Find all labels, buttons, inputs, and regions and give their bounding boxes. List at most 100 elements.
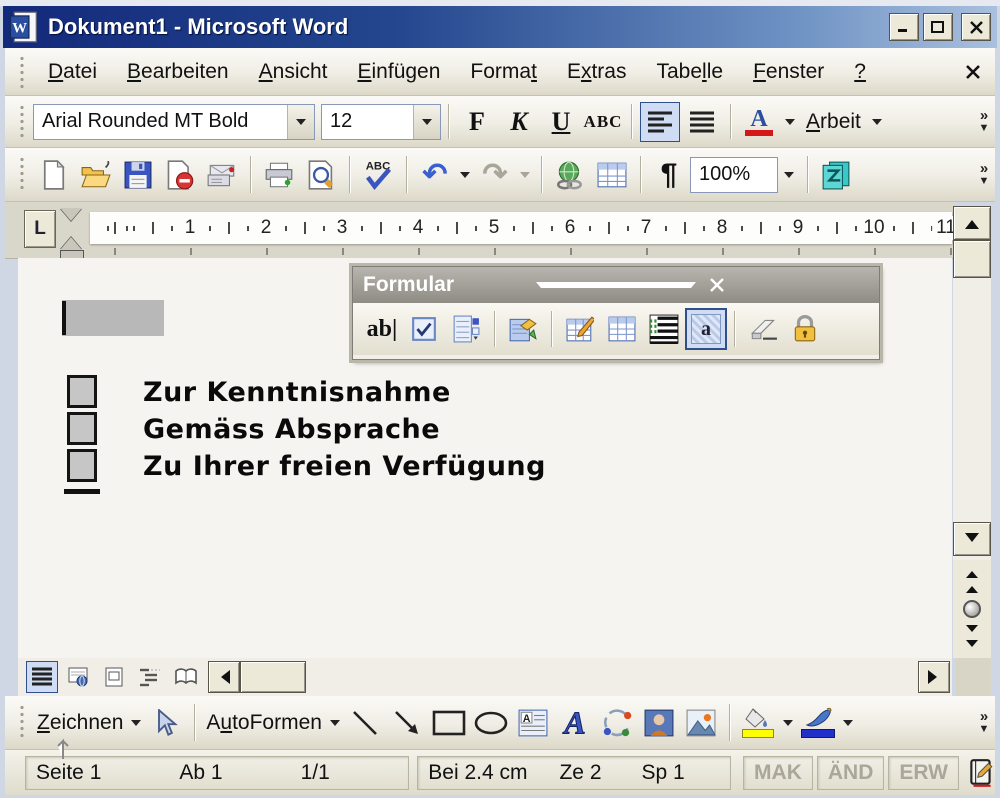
redo-dropdown-icon[interactable] (517, 155, 533, 195)
form-field-shading-button[interactable]: a (685, 308, 727, 350)
previous-page-button[interactable] (966, 564, 978, 594)
checkbox-form-field[interactable] (67, 375, 97, 408)
oval-tool-icon[interactable] (471, 703, 511, 743)
align-left-button[interactable] (640, 102, 680, 142)
minimize-button[interactable] (889, 13, 919, 41)
line-tool-icon[interactable] (345, 703, 385, 743)
hanging-indent-marker[interactable] (60, 226, 82, 250)
spelling-status-icon[interactable] (967, 758, 995, 788)
undo-dropdown-icon[interactable] (457, 155, 473, 195)
line-color-dropdown-icon[interactable] (840, 703, 856, 743)
menu-tabelle[interactable]: Tabelle (641, 60, 738, 84)
formular-toolbar-window[interactable]: Formular ab| a (352, 266, 880, 360)
insert-frame-button[interactable] (643, 308, 685, 350)
outline-view-button[interactable] (134, 661, 166, 693)
toolbar-options-chevron-icon[interactable]: »▼ (973, 110, 995, 134)
wordart-icon[interactable]: A (555, 703, 595, 743)
font-color-button[interactable]: A (739, 102, 779, 142)
drawing-drag-handle[interactable] (19, 704, 25, 741)
select-browse-object-button[interactable] (963, 600, 981, 618)
show-paragraph-marks-button[interactable]: ¶ (649, 155, 689, 195)
menu-einfuegen[interactable]: Einfügen (343, 60, 456, 84)
vertical-scroll-thumb[interactable] (953, 240, 991, 278)
arrow-tool-icon[interactable] (387, 703, 427, 743)
fill-color-button[interactable] (738, 703, 778, 743)
web-layout-view-button[interactable] (62, 661, 94, 693)
zoom-dropdown-icon[interactable] (779, 155, 799, 195)
maximize-button[interactable] (923, 13, 953, 41)
text-form-field[interactable] (62, 300, 164, 336)
document-page[interactable]: Zur Kenntnisnahme Gemäss Absprache Zu Ih… (18, 258, 952, 658)
fill-color-dropdown-icon[interactable] (780, 703, 796, 743)
line-color-button[interactable] (798, 703, 838, 743)
toolbar-options-chevron-icon[interactable]: »▼ (973, 711, 995, 735)
formular-close-icon[interactable] (710, 278, 869, 292)
rectangle-tool-icon[interactable] (429, 703, 469, 743)
menu-drag-handle[interactable] (19, 55, 25, 88)
checkbox-form-field-button[interactable] (403, 308, 445, 350)
close-button[interactable] (961, 13, 991, 41)
draw-menu-dropdown-icon[interactable] (128, 703, 144, 743)
menu-fenster[interactable]: Fenster (738, 60, 839, 84)
new-document-icon[interactable] (34, 155, 74, 195)
reading-layout-view-button[interactable] (170, 661, 202, 693)
redo-icon-disabled[interactable]: ↷ (475, 155, 515, 195)
clip-art-icon[interactable] (639, 703, 679, 743)
menu-datei[interactable]: Datei (33, 60, 112, 84)
menu-format[interactable]: Format (455, 60, 552, 84)
draw-menu[interactable]: Zeichnen (33, 711, 127, 735)
font-size-combo[interactable]: 12 (321, 104, 441, 140)
print-layout-view-button[interactable] (98, 661, 130, 693)
justify-button[interactable] (682, 102, 722, 142)
scroll-left-button[interactable] (208, 661, 240, 693)
spelling-icon[interactable]: ABC (358, 155, 398, 195)
open-folder-icon[interactable] (76, 155, 116, 195)
italic-button[interactable]: K (499, 102, 539, 142)
scroll-right-button[interactable] (918, 661, 950, 693)
form-field-options-button[interactable] (502, 308, 544, 350)
scroll-down-button[interactable] (953, 522, 991, 556)
indent-markers[interactable] (60, 208, 84, 254)
draw-table-button[interactable] (559, 308, 601, 350)
print-icon[interactable] (259, 155, 299, 195)
checkbox-form-field[interactable] (67, 412, 97, 445)
permission-icon[interactable] (160, 155, 200, 195)
font-color-dropdown-icon[interactable] (781, 102, 799, 142)
zoom-combo[interactable]: 100% (690, 157, 778, 193)
autoshapes-dropdown-icon[interactable] (327, 703, 343, 743)
insert-hyperlink-icon[interactable] (550, 155, 590, 195)
menu-hilfe[interactable]: ? (839, 60, 881, 84)
title-bar[interactable]: W Dokument1 - Microsoft Word (3, 6, 997, 48)
font-size-dropdown-icon[interactable] (413, 105, 440, 139)
insert-table-icon[interactable] (592, 155, 632, 195)
scroll-up-button[interactable] (953, 206, 991, 240)
insert-table-button[interactable] (601, 308, 643, 350)
menu-ansicht[interactable]: Ansicht (244, 60, 343, 84)
tab-stop-selector[interactable]: L (24, 210, 56, 248)
text-box-icon[interactable]: A (513, 703, 553, 743)
undo-icon[interactable]: ↶ (415, 155, 455, 195)
status-track-changes-toggle[interactable]: ÄND (817, 756, 885, 790)
document-close-icon[interactable] (965, 64, 981, 80)
select-objects-icon[interactable] (146, 703, 186, 743)
status-macro-toggle[interactable]: MAK (743, 756, 813, 790)
formatting-drag-handle[interactable] (19, 104, 25, 140)
diagram-icon[interactable] (597, 703, 637, 743)
next-page-button[interactable] (966, 624, 978, 654)
formular-title-bar[interactable]: Formular (353, 267, 879, 303)
font-name-dropdown-icon[interactable] (287, 105, 314, 139)
status-extend-selection-toggle[interactable]: ERW (888, 756, 959, 790)
horizontal-ruler[interactable]: 1 2 3 4 5 6 7 8 9 10 11 (90, 212, 952, 244)
small-caps-button[interactable]: ABC (583, 102, 623, 142)
reset-form-fields-button[interactable] (742, 308, 784, 350)
email-icon[interactable] (202, 155, 242, 195)
toolbar-options-chevron-icon[interactable]: »▼ (973, 163, 995, 187)
dropdown-form-field-button[interactable] (445, 308, 487, 350)
menu-extras[interactable]: Extras (552, 60, 642, 84)
bold-button[interactable]: F (457, 102, 497, 142)
horizontal-scroll-thumb[interactable] (240, 661, 306, 693)
underline-button[interactable]: U (541, 102, 581, 142)
normal-view-button[interactable] (26, 661, 58, 693)
print-preview-icon[interactable] (301, 155, 341, 195)
autoshapes-menu[interactable]: AutoFormen (202, 711, 326, 735)
